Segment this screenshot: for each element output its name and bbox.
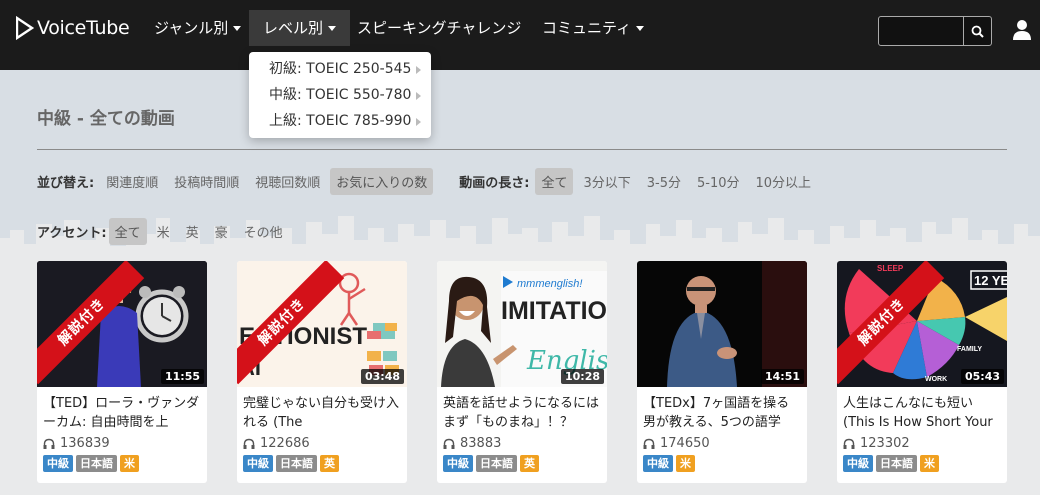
video-duration: 10:28	[560, 369, 604, 384]
tag-list: 中級 日本語 米	[37, 451, 207, 472]
sort-option-relevance[interactable]: 関連度順	[100, 168, 164, 195]
chevron-right-icon	[416, 66, 421, 74]
video-title[interactable]: 英語を話せようになるにはまず「ものまね」！？	[437, 387, 607, 433]
length-label: 動画の長さ:	[459, 175, 530, 191]
level-tag: 中級	[43, 455, 73, 472]
video-thumbnail[interactable]: SLEEP 12 YEA FAMILY WORK 解説付き 05:43	[837, 261, 1007, 387]
sort-option-newest[interactable]: 投稿時間順	[168, 168, 245, 195]
view-count: 174650	[637, 433, 807, 451]
search-icon	[971, 25, 984, 38]
accent-tag: 米	[676, 455, 695, 472]
search-input[interactable]	[878, 16, 964, 46]
nav-genre[interactable]: ジャンル別	[154, 10, 242, 46]
video-title[interactable]: 【TED】ローラ・ヴァンダーカム: 自由時間を上	[37, 387, 207, 433]
sort-option-views[interactable]: 視聴回数順	[249, 168, 326, 195]
tag-list: 中級 米	[637, 451, 807, 472]
tag-list: 中級 日本語 米	[837, 451, 1007, 472]
level-tag: 中級	[243, 455, 273, 472]
accent-option-all[interactable]: 全て	[108, 217, 147, 245]
thumb-text: SLEEP	[877, 264, 904, 273]
chevron-right-icon	[416, 92, 421, 100]
video-title[interactable]: 人生はこんなにも短い (This Is How Short Your	[837, 387, 1007, 433]
dropdown-item-advanced[interactable]: 上級: TOEIC 785-990	[249, 108, 431, 134]
video-card[interactable]: ECTIONIST AI 解説付き 03:48 完璧じゃない自分も受け入れる (…	[237, 261, 407, 483]
play-logo-icon	[16, 16, 34, 40]
top-nav-bar: VoiceTube ジャンル別 レベル別 スピーキングチャレンジ コミュニティ	[0, 0, 1040, 70]
search-button[interactable]	[964, 16, 992, 46]
accent-tag: 米	[920, 455, 939, 472]
headphones-icon	[643, 438, 655, 449]
page-title: 中級 - 全ての動画	[37, 109, 175, 129]
thumb-text: IMITATIO	[501, 297, 607, 325]
sort-label: 並び替え:	[37, 175, 95, 191]
logo-text: VoiceTube	[37, 17, 130, 39]
video-duration: 11:55	[160, 369, 204, 384]
length-option-over-10[interactable]: 10分以上	[750, 168, 818, 195]
caret-down-icon	[636, 26, 645, 31]
video-title[interactable]: 完璧じゃない自分も受け入れる (The	[237, 387, 407, 433]
accent-option-us[interactable]: 米	[151, 218, 176, 245]
video-thumbnail[interactable]: 解説付き 11:55	[37, 261, 207, 387]
video-duration: 05:43	[960, 369, 1004, 384]
video-title[interactable]: 【TEDx】7ヶ国語を操る男が教える、5つの語学	[637, 387, 807, 433]
level-dropdown-menu: 初級: TOEIC 250-545 中級: TOEIC 550-780 上級: …	[249, 52, 431, 138]
accent-tag: 英	[320, 455, 339, 472]
level-tag: 中級	[843, 455, 873, 472]
thumb-text: mmmenglish!	[517, 278, 582, 290]
length-option-3-5[interactable]: 3-5分	[641, 168, 687, 195]
video-thumbnail[interactable]: 14:51	[637, 261, 807, 387]
accent-tag: 米	[120, 455, 139, 472]
length-option-under-3[interactable]: 3分以下	[577, 168, 636, 195]
accent-option-uk[interactable]: 英	[180, 218, 205, 245]
nav-level[interactable]: レベル別	[249, 10, 351, 46]
headphones-icon	[43, 438, 55, 449]
accent-option-other[interactable]: その他	[238, 218, 289, 245]
accent-filters: アクセント: 全て 米 英 豪 その他	[37, 217, 293, 245]
subtitle-tag: 日本語	[876, 455, 917, 472]
sort-option-favorites[interactable]: お気に入りの数	[330, 167, 434, 195]
accent-option-au[interactable]: 豪	[209, 218, 234, 245]
view-count: 136839	[37, 433, 207, 451]
video-card[interactable]: 14:51 【TEDx】7ヶ国語を操る男が教える、5つの語学 174650 中級…	[637, 261, 807, 483]
nav-speaking-challenge[interactable]: スピーキングチャレンジ	[357, 10, 521, 46]
headphones-icon	[443, 438, 455, 449]
tag-list: 中級 日本語 英	[237, 451, 407, 472]
voicetube-logo[interactable]: VoiceTube	[16, 14, 130, 42]
caret-down-icon	[328, 26, 337, 31]
chevron-right-icon	[416, 118, 421, 126]
length-option-all[interactable]: 全て	[535, 167, 574, 195]
accent-label: アクセント:	[37, 225, 107, 241]
view-count: 83883	[437, 433, 607, 451]
divider	[37, 149, 1007, 150]
length-option-5-10[interactable]: 5-10分	[691, 168, 746, 195]
video-thumbnail[interactable]: ECTIONIST AI 解説付き 03:48	[237, 261, 407, 387]
video-card[interactable]: mmmenglish! IMITATIO English 10:28 英語を話せ…	[437, 261, 607, 483]
level-tag: 中級	[443, 455, 473, 472]
thumb-text: FAMILY	[957, 346, 982, 353]
video-duration: 03:48	[360, 369, 404, 384]
view-count: 123302	[837, 433, 1007, 451]
view-count: 122686	[237, 433, 407, 451]
thumb-text: WORK	[925, 376, 947, 383]
sort-and-length-filters: 並び替え: 関連度順 投稿時間順 視聴回数順 お気に入りの数 動画の長さ: 全て…	[37, 167, 821, 195]
thumb-text: 12 YEA	[974, 273, 1007, 288]
level-tag: 中級	[643, 455, 673, 472]
video-duration: 14:51	[760, 369, 804, 384]
accent-tag: 英	[520, 455, 539, 472]
video-card[interactable]: SLEEP 12 YEA FAMILY WORK 解説付き 05:43 人生はこ…	[837, 261, 1007, 483]
nav-community[interactable]: コミュニティ	[542, 10, 645, 46]
headphones-icon	[843, 438, 855, 449]
video-thumbnail[interactable]: mmmenglish! IMITATIO English 10:28	[437, 261, 607, 387]
tag-list: 中級 日本語 英	[437, 451, 607, 472]
subtitle-tag: 日本語	[476, 455, 517, 472]
video-card[interactable]: 解説付き 11:55 【TED】ローラ・ヴァンダーカム: 自由時間を上 1368…	[37, 261, 207, 483]
subtitle-tag: 日本語	[276, 455, 317, 472]
dropdown-item-beginner[interactable]: 初級: TOEIC 250-545	[249, 56, 431, 82]
caret-down-icon	[233, 26, 242, 31]
dropdown-item-intermediate[interactable]: 中級: TOEIC 550-780	[249, 82, 431, 108]
headphones-icon	[243, 438, 255, 449]
user-icon[interactable]	[1012, 19, 1032, 41]
subtitle-tag: 日本語	[76, 455, 117, 472]
